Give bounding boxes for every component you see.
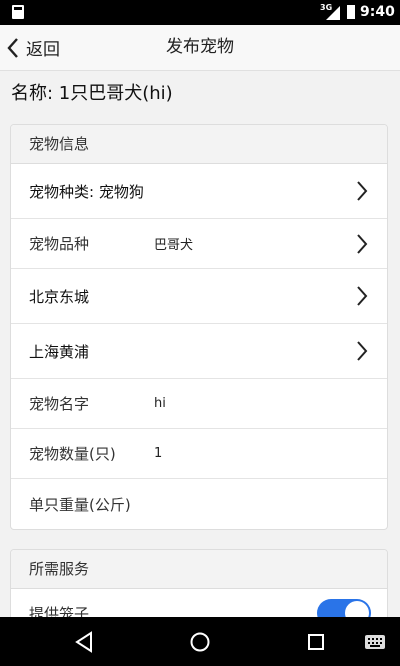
destination-city-label: 上海黄浦	[29, 342, 90, 361]
pet-breed-label: 宠物品种	[29, 235, 90, 253]
pet-breed-row[interactable]: 宠物品种 巴哥犬	[11, 219, 387, 269]
status-bar: 3G 9:40	[0, 0, 400, 25]
chevron-right-icon	[357, 181, 368, 201]
pet-weight-row[interactable]: 单只重量(公斤)	[11, 479, 387, 529]
pet-type-row[interactable]: 宠物种类: 宠物狗	[11, 164, 387, 219]
nav-home-icon	[190, 632, 210, 651]
back-arrow-icon	[7, 37, 18, 58]
pet-info-header: 宠物信息	[11, 125, 387, 164]
back-label: 返回	[26, 40, 60, 60]
back-button[interactable]: 返回	[6, 25, 60, 70]
services-card: 所需服务 提供笼子	[10, 549, 388, 617]
page-title: 发布宠物	[166, 37, 234, 57]
keyboard-icon	[365, 634, 385, 649]
pet-name-label: 宠物名字	[29, 395, 90, 413]
provide-cage-switch[interactable]	[317, 599, 371, 617]
nav-back-icon	[75, 630, 92, 653]
pet-type-label: 宠物种类: 宠物狗	[29, 182, 144, 201]
battery-icon	[347, 5, 355, 19]
pet-info-card: 宠物信息 宠物种类: 宠物狗 宠物品种 巴哥犬 北京东城 上海黄浦 宠物名字 h…	[10, 124, 388, 530]
chevron-right-icon	[357, 286, 368, 306]
provide-cage-label: 提供笼子	[29, 604, 90, 618]
keyboard-button[interactable]	[350, 617, 400, 666]
origin-city-label: 北京东城	[29, 287, 90, 306]
origin-city-row[interactable]: 北京东城	[11, 269, 387, 324]
pet-name-row[interactable]: 宠物名字 hi	[11, 379, 387, 429]
pet-count-label: 宠物数量(只)	[29, 445, 116, 463]
nav-recents-icon	[308, 633, 324, 650]
clock: 9:40	[360, 4, 395, 20]
chevron-right-icon	[357, 233, 368, 254]
app-bar: 发布宠物 返回	[0, 25, 400, 71]
pet-weight-label: 单只重量(公斤)	[29, 495, 131, 514]
provide-cage-row[interactable]: 提供笼子	[11, 589, 387, 617]
destination-city-row[interactable]: 上海黄浦	[11, 324, 387, 379]
navigation-bar	[0, 617, 400, 666]
pet-count-field[interactable]: 1	[154, 446, 162, 461]
services-header: 所需服务	[11, 550, 387, 589]
chevron-right-icon	[357, 341, 368, 361]
pet-name-field[interactable]: hi	[154, 396, 166, 411]
nav-home-button[interactable]	[170, 617, 230, 666]
sd-card-icon	[12, 5, 24, 19]
content-scroll-area[interactable]: 名称: 1只巴哥犬(hi) 宠物信息 宠物种类: 宠物狗 宠物品种 巴哥犬 北京…	[0, 71, 400, 617]
nav-recents-button[interactable]	[286, 617, 346, 666]
nav-back-button[interactable]	[54, 617, 114, 666]
pet-count-row[interactable]: 宠物数量(只) 1	[11, 429, 387, 479]
pet-breed-value: 巴哥犬	[154, 238, 194, 253]
pet-name-summary: 名称: 1只巴哥犬(hi)	[11, 83, 173, 104]
signal-icon	[326, 6, 340, 20]
switch-knob	[345, 601, 369, 617]
